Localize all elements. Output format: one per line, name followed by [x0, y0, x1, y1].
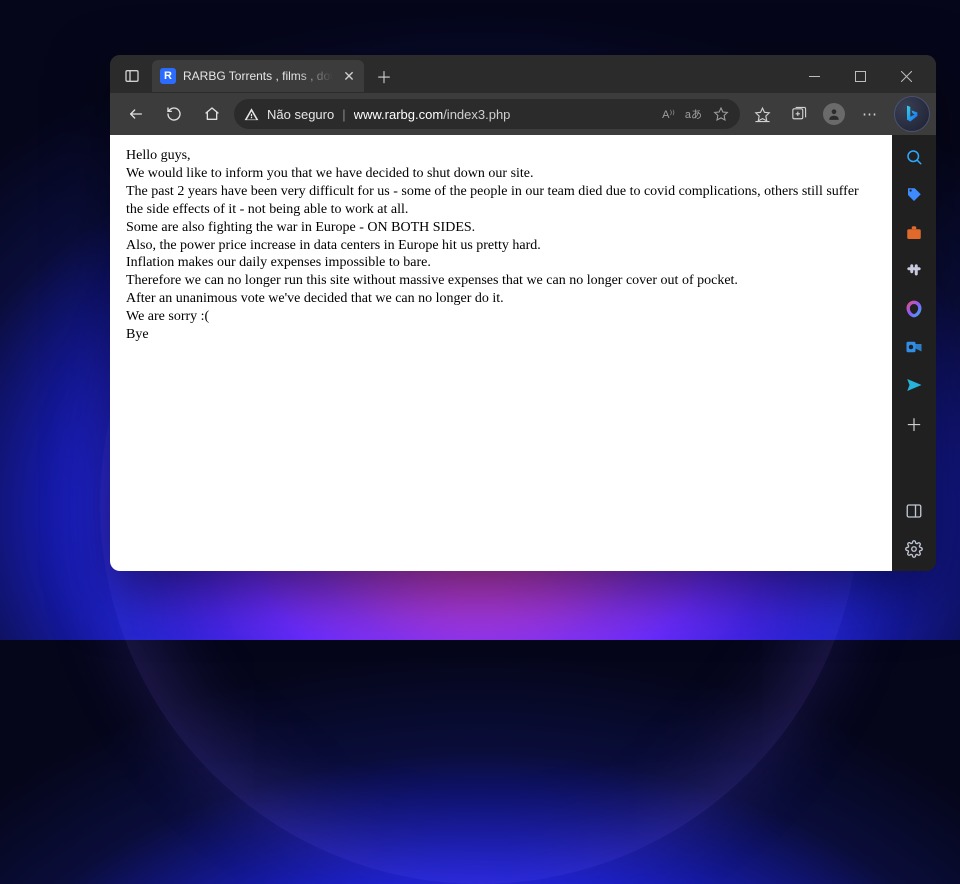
sidebar-drop-icon[interactable]	[902, 373, 926, 397]
page-line: We would like to inform you that we have…	[126, 165, 876, 183]
maximize-button[interactable]	[838, 61, 882, 91]
read-aloud-icon[interactable]: A⁾⁾	[662, 105, 675, 123]
address-bar[interactable]: Não seguro | www.rarbg.com/index3.php A⁾…	[234, 99, 740, 129]
minimize-button[interactable]	[792, 61, 836, 91]
more-menu-button[interactable]: ⋯	[854, 98, 886, 130]
sidebar-m365-icon[interactable]	[902, 297, 926, 321]
sidebar-search-icon[interactable]	[902, 145, 926, 169]
sidebar-add-button[interactable]: ＋	[902, 411, 926, 435]
page-line: After an unanimous vote we've decided th…	[126, 290, 876, 308]
translate-icon[interactable]: aあ	[685, 105, 702, 123]
browser-tab[interactable]: R RARBG Torrents , films , downloa ✕	[152, 60, 364, 92]
profile-button[interactable]	[818, 98, 850, 130]
toolbar: Não seguro | www.rarbg.com/index3.php A⁾…	[110, 93, 936, 135]
url-separator: |	[342, 107, 345, 122]
favorite-star-icon[interactable]	[712, 105, 730, 123]
tab-bar: R RARBG Torrents , films , downloa ✕ ＋	[110, 55, 936, 93]
not-secure-icon	[244, 107, 259, 122]
page-line: Hello guys,	[126, 147, 876, 165]
sidebar-shopping-icon[interactable]	[902, 183, 926, 207]
page-line: Some are also fighting the war in Europe…	[126, 219, 876, 237]
refresh-button[interactable]	[158, 98, 190, 130]
home-button[interactable]	[196, 98, 228, 130]
tab-favicon: R	[160, 68, 176, 84]
page-line: Inflation makes our daily expenses impos…	[126, 254, 876, 272]
window-controls	[792, 61, 928, 91]
back-button[interactable]	[120, 98, 152, 130]
page-line: Also, the power price increase in data c…	[126, 237, 876, 255]
collections-button[interactable]	[782, 98, 814, 130]
bing-sidebar-button[interactable]	[894, 96, 930, 132]
favorites-button[interactable]	[746, 98, 778, 130]
security-label: Não seguro	[267, 107, 334, 122]
tab-actions-button[interactable]	[118, 62, 146, 90]
tab-close-button[interactable]: ✕	[340, 67, 358, 85]
page-line: The past 2 years have been very difficul…	[126, 183, 876, 219]
sidebar-settings-icon[interactable]	[902, 537, 926, 561]
browser-window: R RARBG Torrents , films , downloa ✕ ＋	[110, 55, 936, 571]
close-window-button[interactable]	[884, 61, 928, 91]
page-line: We are sorry :(	[126, 308, 876, 326]
sidebar-games-icon[interactable]	[902, 259, 926, 283]
tab-title: RARBG Torrents , films , downloa	[183, 69, 333, 83]
url-text: www.rarbg.com/index3.php	[354, 107, 511, 122]
sidebar-split-icon[interactable]	[902, 499, 926, 523]
sidebar-tools-icon[interactable]	[902, 221, 926, 245]
sidebar-outlook-icon[interactable]	[902, 335, 926, 359]
page-content: Hello guys,We would like to inform you t…	[110, 135, 892, 571]
page-line: Bye	[126, 326, 876, 344]
avatar-icon	[823, 103, 845, 125]
edge-sidebar: ＋	[892, 135, 936, 571]
new-tab-button[interactable]: ＋	[370, 62, 398, 90]
page-line: Therefore we can no longer run this site…	[126, 272, 876, 290]
